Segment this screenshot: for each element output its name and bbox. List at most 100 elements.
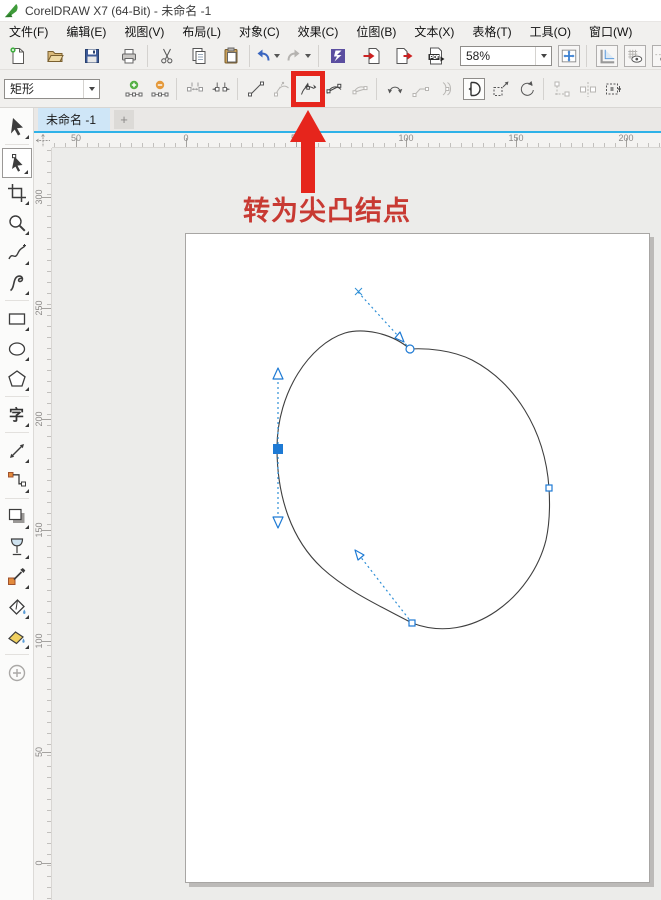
show-grid-button[interactable] bbox=[624, 44, 646, 67]
quick-customize-button[interactable] bbox=[2, 658, 32, 688]
close-curve-button[interactable] bbox=[463, 77, 485, 100]
paste-button[interactable] bbox=[221, 46, 241, 66]
title-bar: CorelDRAW X7 (64-Bit) - 未命名 -1 bbox=[0, 0, 661, 22]
cut-button[interactable] bbox=[157, 46, 177, 66]
redo-dropdown-caret[interactable] bbox=[305, 53, 311, 58]
toolbar-separator bbox=[586, 44, 587, 67]
menu-object[interactable]: 对象(C) bbox=[230, 22, 289, 42]
shape-preset-combobox[interactable]: 矩形 bbox=[4, 78, 100, 99]
align-nodes-icon bbox=[554, 81, 570, 96]
extract-subpath-button[interactable] bbox=[437, 79, 457, 99]
print-button[interactable] bbox=[119, 46, 139, 66]
color-eyedropper-tool[interactable] bbox=[2, 562, 32, 592]
menu-edit[interactable]: 编辑(E) bbox=[57, 22, 115, 42]
parallel-dimension-tool[interactable] bbox=[2, 436, 32, 466]
control-handle-bottom[interactable] bbox=[355, 550, 413, 624]
handle-arrow-left-down[interactable] bbox=[272, 516, 284, 529]
delete-node-button[interactable] bbox=[150, 79, 170, 99]
horizontal-ruler[interactable]: 50 0 50 100 150 200 bbox=[52, 133, 661, 148]
copy-button[interactable] bbox=[189, 46, 209, 66]
save-floppy-icon bbox=[85, 48, 99, 63]
undo-dropdown-caret[interactable] bbox=[274, 53, 280, 58]
curve-node-right[interactable] bbox=[545, 484, 553, 492]
symmetrical-node-button[interactable] bbox=[350, 79, 370, 99]
shape-preset-caret[interactable] bbox=[83, 79, 99, 98]
zoom-tool[interactable] bbox=[2, 208, 32, 238]
reflect-nodes-icon bbox=[580, 81, 596, 97]
rulers-corner-icon bbox=[600, 49, 615, 63]
add-node-button[interactable] bbox=[124, 79, 144, 99]
polygon-tool[interactable] bbox=[2, 364, 32, 394]
property-bar: 矩形 转为尖凸结点 bbox=[0, 70, 661, 226]
stretch-nodes-icon bbox=[493, 81, 509, 96]
straight-line-connector-tool[interactable] bbox=[2, 466, 32, 496]
rotate-skew-nodes-button[interactable] bbox=[517, 79, 537, 99]
shape-edit-tool[interactable] bbox=[1, 148, 32, 178]
smooth-node-icon bbox=[326, 83, 342, 94]
ellipse-tool-icon bbox=[8, 342, 25, 356]
pick-tool[interactable] bbox=[2, 112, 32, 142]
curve-object[interactable] bbox=[276, 330, 551, 630]
menu-view[interactable]: 视图(V) bbox=[115, 22, 173, 42]
menu-effects[interactable]: 效果(C) bbox=[289, 22, 348, 42]
crop-tool[interactable] bbox=[2, 178, 32, 208]
drop-shadow-tool[interactable] bbox=[2, 502, 32, 532]
menu-layout[interactable]: 布局(L) bbox=[173, 22, 230, 42]
smooth-node-button[interactable] bbox=[324, 79, 344, 99]
eyedropper-tool-icon bbox=[7, 568, 25, 585]
join-nodes-button[interactable] bbox=[185, 79, 205, 99]
welcome-screen-button[interactable] bbox=[328, 46, 348, 66]
open-button[interactable] bbox=[45, 46, 65, 66]
drawing-canvas[interactable] bbox=[52, 148, 661, 900]
handle-arrow-bottom[interactable] bbox=[354, 549, 365, 561]
vertical-ruler[interactable]: 300 250 200 150 100 50 0 bbox=[34, 148, 52, 900]
curve-node-left-selected[interactable] bbox=[273, 444, 283, 454]
curve-node-top[interactable] bbox=[405, 344, 415, 354]
menu-bitmaps[interactable]: 位图(B) bbox=[347, 22, 405, 42]
convert-to-line-button[interactable] bbox=[246, 79, 266, 99]
full-screen-preview-button[interactable] bbox=[558, 44, 580, 67]
menu-table[interactable]: 表格(T) bbox=[463, 22, 520, 42]
toolbox: 字 bbox=[0, 108, 34, 900]
curve-node-bottom[interactable] bbox=[408, 619, 416, 627]
stretch-nodes-button[interactable] bbox=[491, 79, 511, 99]
import-button[interactable] bbox=[362, 46, 382, 66]
reverse-direction-button[interactable] bbox=[385, 79, 405, 99]
redo-button[interactable] bbox=[284, 46, 304, 66]
text-tool[interactable]: 字 bbox=[2, 400, 32, 430]
undo-button[interactable] bbox=[253, 46, 273, 66]
close-curve-icon bbox=[468, 81, 481, 96]
menu-text[interactable]: 文本(X) bbox=[405, 22, 463, 42]
break-curve-button[interactable] bbox=[211, 79, 231, 99]
new-document-tab-button[interactable]: + bbox=[114, 110, 135, 129]
artistic-media-tool[interactable] bbox=[2, 268, 32, 298]
menu-file[interactable]: 文件(F) bbox=[0, 22, 57, 42]
convert-to-curve-button[interactable] bbox=[272, 79, 292, 99]
curve-smoothness-button[interactable] bbox=[604, 79, 624, 99]
show-rulers-button[interactable] bbox=[596, 44, 618, 67]
handle-arrow-left-up[interactable] bbox=[272, 367, 284, 380]
interactive-fill-tool[interactable] bbox=[2, 592, 32, 622]
smart-fill-tool[interactable] bbox=[2, 622, 32, 652]
cusp-node-button[interactable]: 转为尖凸结点 bbox=[243, 70, 410, 226]
document-tab-active[interactable]: 未命名 -1 bbox=[38, 108, 111, 131]
zoom-level-caret[interactable] bbox=[535, 46, 551, 65]
connector-tool-icon bbox=[7, 472, 26, 487]
export-button[interactable] bbox=[394, 46, 414, 66]
snap-to-button[interactable] bbox=[652, 44, 661, 67]
rectangle-tool[interactable] bbox=[2, 304, 32, 334]
transparency-tool[interactable] bbox=[2, 532, 32, 562]
ellipse-tool[interactable] bbox=[2, 334, 32, 364]
new-document-button[interactable] bbox=[8, 46, 28, 66]
ruler-origin-button[interactable] bbox=[34, 133, 52, 148]
extend-curve-to-close-button[interactable] bbox=[411, 79, 431, 99]
align-nodes-button[interactable] bbox=[552, 79, 572, 99]
publish-to-pdf-button[interactable] bbox=[426, 46, 446, 66]
save-button[interactable] bbox=[82, 46, 102, 66]
menu-window[interactable]: 窗口(W) bbox=[580, 22, 641, 42]
freehand-tool[interactable] bbox=[2, 238, 32, 268]
menu-tools[interactable]: 工具(O) bbox=[521, 22, 580, 42]
pick-tool-icon bbox=[10, 118, 23, 136]
reflect-nodes-button[interactable] bbox=[578, 79, 598, 99]
zoom-level-combobox[interactable]: 58% bbox=[460, 45, 552, 66]
